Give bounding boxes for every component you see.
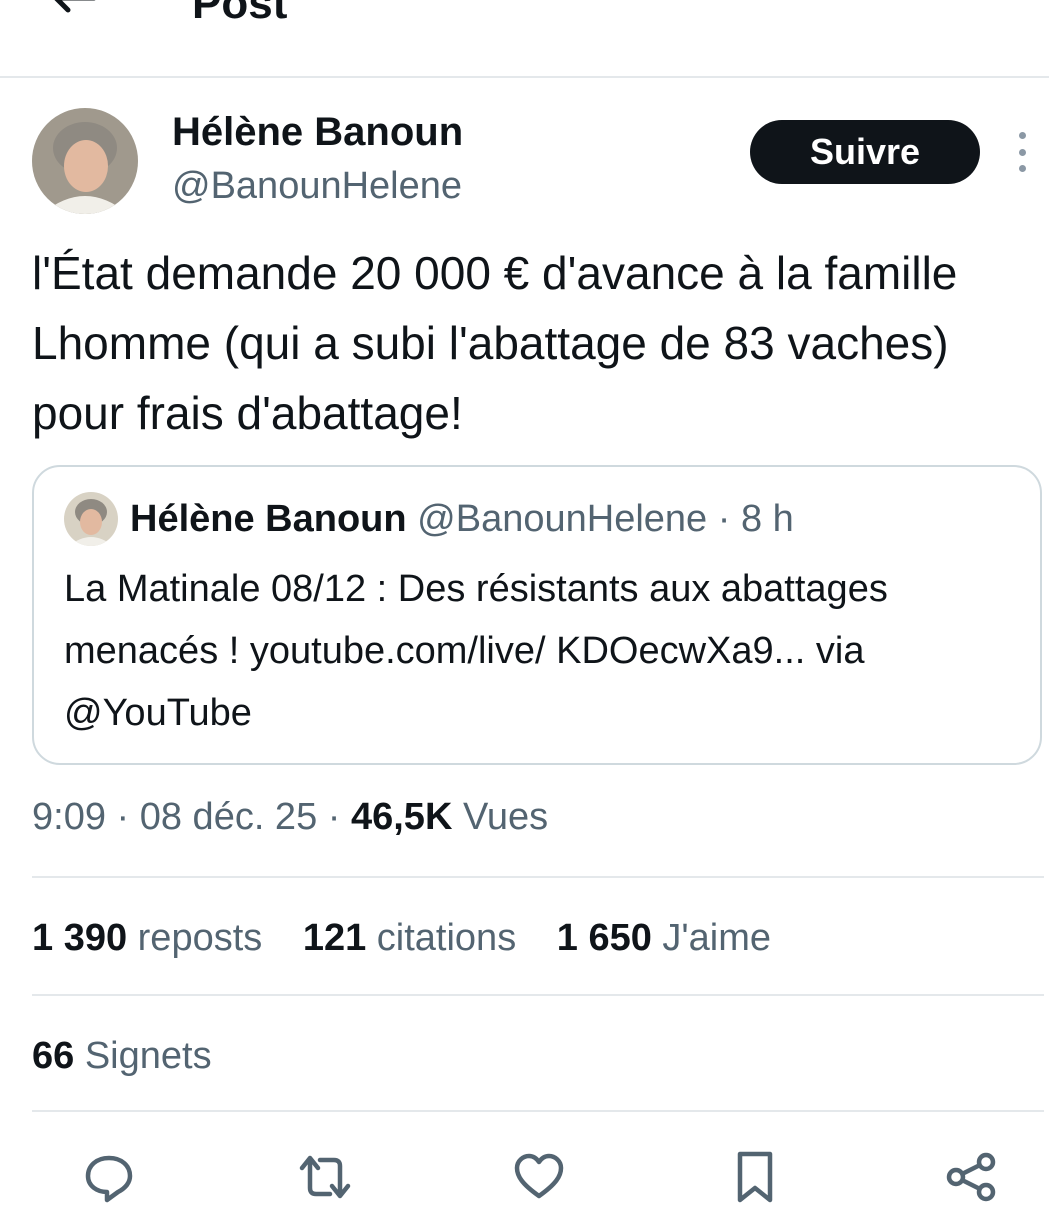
quoted-author-name: Hélène Banoun	[130, 498, 407, 540]
divider	[32, 876, 1044, 878]
post-meta: 9:09 · 08 déc. 25 · 46,5K Vues	[32, 794, 548, 840]
quotes-label: citations	[366, 917, 517, 959]
reposts-label: reposts	[127, 917, 263, 959]
author-handle[interactable]: @BanounHelene	[172, 163, 462, 209]
bookmarks-label: Signets	[74, 1035, 212, 1077]
author-avatar[interactable]	[32, 108, 138, 214]
back-arrow-icon[interactable]	[50, 0, 100, 20]
divider	[32, 1110, 1044, 1112]
engagement-stats: 1 390 reposts 121 citations 1 650 J'aime	[32, 914, 801, 962]
bookmarks-count: 66	[32, 1035, 75, 1077]
reposts-stat[interactable]: 1 390 reposts	[32, 917, 262, 959]
likes-count: 1 650	[556, 917, 652, 959]
like-icon[interactable]	[512, 1150, 566, 1204]
more-options-icon[interactable]	[1012, 132, 1032, 172]
header-divider	[0, 76, 1049, 78]
reply-icon[interactable]	[82, 1150, 136, 1204]
quoted-post-text: La Matinale 08/12 : Des résistants aux a…	[64, 568, 888, 734]
quotes-stat[interactable]: 121 citations	[303, 917, 516, 959]
author-name[interactable]: Hélène Banoun	[172, 108, 463, 156]
quotes-count: 121	[302, 917, 367, 959]
page-title: Post	[192, 0, 288, 28]
views-label: Vues	[452, 796, 549, 838]
follow-button[interactable]: Suivre	[750, 120, 980, 184]
share-icon[interactable]	[944, 1150, 998, 1204]
likes-label: J'aime	[651, 917, 772, 959]
bookmarks-stat[interactable]: 66 Signets	[32, 1032, 212, 1080]
quoted-author-avatar	[64, 492, 118, 546]
bookmark-icon[interactable]	[728, 1150, 782, 1204]
likes-stat[interactable]: 1 650 J'aime	[557, 917, 771, 959]
quoted-handle-time: @BanounHelene · 8 h	[417, 498, 794, 540]
divider	[32, 994, 1044, 996]
reposts-count: 1 390	[32, 917, 128, 959]
tweet-text: l'État demande 20 000 € d'avance à la fa…	[32, 247, 958, 439]
views-count: 46,5K	[350, 796, 453, 838]
post-timestamp: 9:09 · 08 déc. 25 ·	[32, 796, 351, 838]
repost-icon[interactable]	[298, 1150, 352, 1204]
quoted-author-line: Hélène Banoun @BanounHelene · 8 h	[130, 494, 794, 544]
